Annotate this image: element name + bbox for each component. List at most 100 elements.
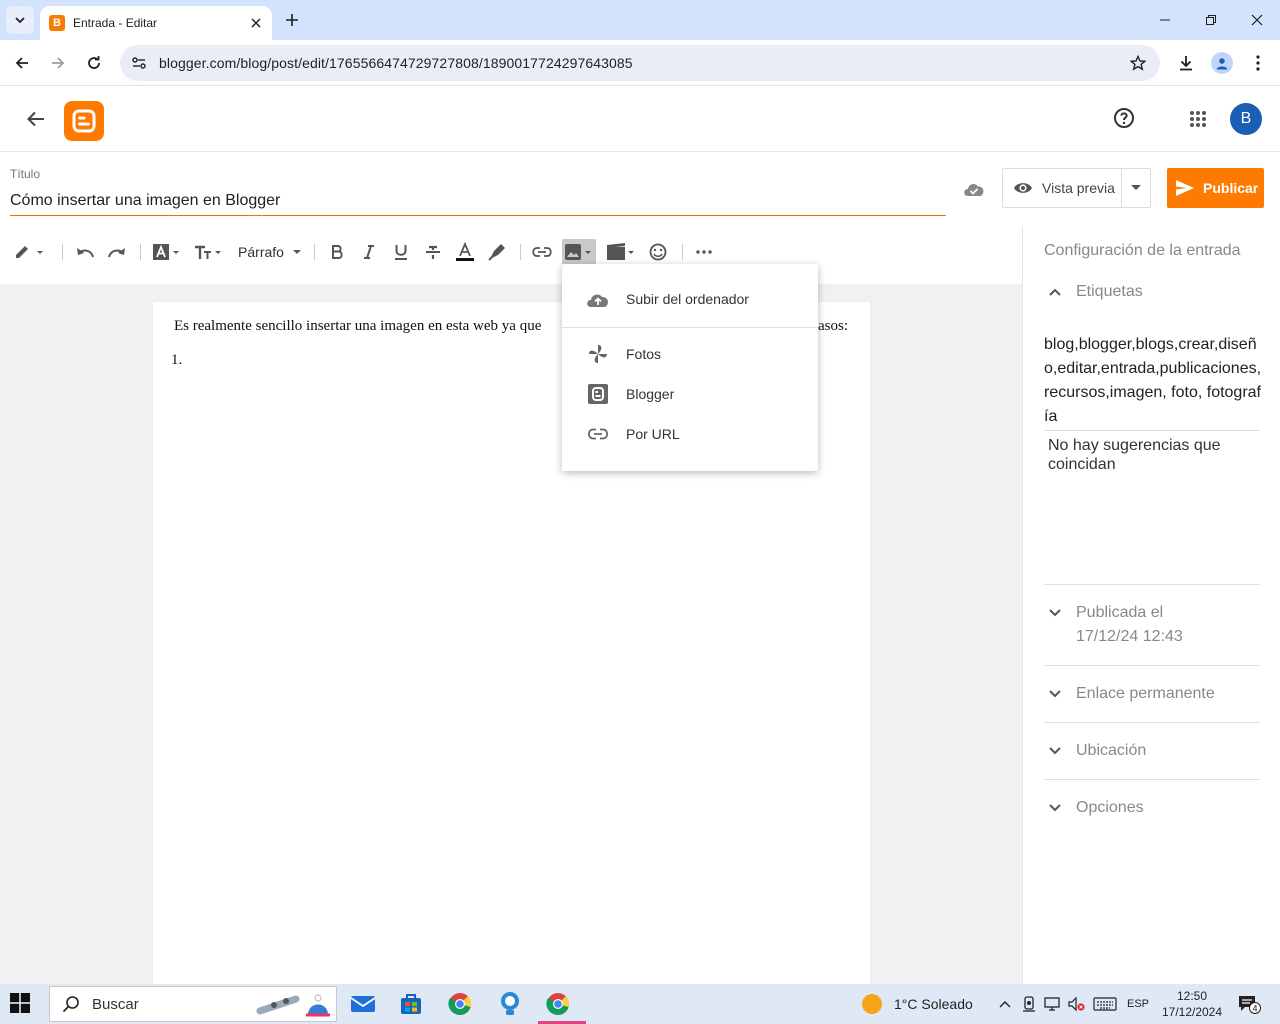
text-size-icon	[195, 245, 221, 259]
forward-button[interactable]	[44, 49, 72, 77]
taskbar-mail-app[interactable]	[343, 988, 383, 1020]
profile-button[interactable]	[1208, 49, 1236, 77]
font-size-button[interactable]	[194, 240, 224, 264]
start-button[interactable]	[10, 993, 32, 1015]
url-text[interactable]: blogger.com/blog/post/edit/1765566474729…	[159, 55, 1122, 71]
insert-emoji-button[interactable]	[646, 240, 670, 264]
insert-video-button[interactable]	[606, 240, 636, 264]
underline-button[interactable]	[392, 240, 410, 264]
options-section-header[interactable]: Opciones	[1044, 796, 1144, 820]
menu-item-by-url[interactable]: Por URL	[562, 414, 818, 454]
site-info-icon[interactable]	[122, 45, 156, 81]
taskbar-chrome-active[interactable]	[538, 988, 586, 1024]
compose-mode-button[interactable]	[12, 240, 46, 264]
labels-section-header[interactable]: Etiquetas	[1044, 280, 1143, 304]
taskbar-store-app[interactable]	[391, 988, 431, 1020]
post-title-input[interactable]	[10, 190, 946, 216]
bold-button[interactable]	[328, 240, 346, 264]
post-settings-title: Configuración de la entrada	[1044, 242, 1241, 259]
labels-input[interactable]: blog,blogger,blogs,crear,diseño,editar,e…	[1044, 333, 1262, 429]
taskbar-chrome-app[interactable]	[440, 988, 480, 1020]
blogger-header: B	[0, 87, 1280, 152]
weather-widget[interactable]: 1°C Soleado	[862, 994, 973, 1014]
text-color-icon	[456, 242, 474, 261]
volume-muted-icon[interactable]	[1066, 994, 1088, 1014]
clock-time: 12:50	[1176, 989, 1208, 1003]
account-avatar[interactable]: B	[1230, 103, 1262, 135]
lightbulb-icon	[501, 992, 519, 1015]
keyboard-icon[interactable]	[1092, 994, 1118, 1014]
redo-button[interactable]	[106, 240, 128, 264]
browser-tab-active[interactable]: B Entrada - Editar	[40, 6, 272, 40]
editor-paragraph-end[interactable]: asos:	[818, 318, 848, 335]
section-divider	[1044, 665, 1260, 666]
menu-divider	[562, 327, 818, 328]
windows-taskbar: Buscar 1°C Soleado ESP 12:50 17/12/2024 …	[0, 984, 1280, 1024]
insert-image-button[interactable]	[562, 239, 596, 265]
permalink-section-header[interactable]: Enlace permanente	[1044, 682, 1215, 706]
close-tab-icon[interactable]	[246, 13, 266, 33]
publish-button[interactable]: Publicar	[1167, 168, 1264, 208]
reload-button[interactable]	[80, 49, 108, 77]
image-icon	[565, 244, 591, 260]
tab-search-button[interactable]	[6, 6, 34, 34]
preview-button-group: Vista previa	[1002, 168, 1151, 208]
location-section-header[interactable]: Ubicación	[1044, 739, 1146, 763]
published-section-header[interactable]: Publicada el 17/12/24 12:43	[1044, 601, 1183, 649]
taskbar-search[interactable]: Buscar	[49, 986, 337, 1022]
paragraph-style-dropdown[interactable]: Párrafo	[236, 240, 304, 264]
show-hidden-icons-button[interactable]	[996, 994, 1014, 1014]
close-window-button[interactable]	[1234, 0, 1280, 40]
strikethrough-button[interactable]	[424, 240, 442, 264]
toolbar-divider	[314, 244, 315, 260]
preview-options-button[interactable]	[1122, 169, 1150, 207]
address-bar[interactable]: blogger.com/blog/post/edit/1765566474729…	[120, 45, 1160, 81]
highlight-color-button[interactable]	[486, 240, 508, 264]
insert-link-button[interactable]	[530, 240, 554, 264]
new-tab-button[interactable]	[280, 8, 304, 32]
menu-item-blogger[interactable]: Blogger	[562, 374, 818, 414]
labels-input-underline	[1044, 430, 1260, 431]
browser-menu-button[interactable]	[1244, 49, 1272, 77]
blogger-logo-icon	[72, 109, 96, 133]
menu-item-photos[interactable]: Fotos	[562, 334, 818, 374]
back-button[interactable]	[8, 49, 36, 77]
preview-button[interactable]: Vista previa	[1003, 169, 1123, 207]
font-button[interactable]	[152, 240, 182, 264]
taskbar-tips-app[interactable]	[490, 988, 530, 1020]
menu-item-upload-from-computer[interactable]: Subir del ordenador	[562, 279, 818, 319]
bookmark-star-icon[interactable]	[1122, 47, 1154, 79]
preview-label: Vista previa	[1042, 180, 1115, 196]
editor-list-item[interactable]: 1.	[171, 352, 182, 369]
menu-item-label: Subir del ordenador	[626, 291, 749, 307]
text-color-button[interactable]	[454, 240, 476, 264]
help-button[interactable]	[1110, 104, 1138, 132]
italic-button[interactable]	[360, 240, 378, 264]
chevron-up-icon	[1044, 281, 1066, 303]
network-icon[interactable]	[1042, 994, 1064, 1014]
notifications-button[interactable]: 4	[1236, 994, 1262, 1014]
downloads-button[interactable]	[1172, 49, 1200, 77]
font-icon	[153, 244, 179, 260]
back-to-posts-button[interactable]	[22, 105, 50, 133]
chevron-down-icon	[1044, 602, 1066, 624]
link-icon	[532, 247, 552, 257]
arrow-left-icon	[27, 111, 44, 127]
minimize-icon	[1160, 19, 1170, 21]
bold-icon	[332, 245, 343, 259]
undo-button[interactable]	[74, 240, 96, 264]
taskbar-clock[interactable]: 12:50 17/12/2024	[1158, 988, 1226, 1020]
google-apps-button[interactable]	[1184, 105, 1212, 133]
italic-icon	[364, 245, 374, 259]
undo-icon	[77, 248, 94, 258]
blogger-logo[interactable]	[64, 101, 104, 141]
minimize-window-button[interactable]	[1142, 0, 1188, 40]
tab-title: Entrada - Editar	[73, 16, 158, 30]
restore-window-button[interactable]	[1188, 0, 1234, 40]
arrow-left-icon	[15, 57, 28, 69]
more-options-button[interactable]	[692, 240, 716, 264]
tray-device-icon[interactable]	[1020, 994, 1038, 1014]
input-language[interactable]: ESP	[1124, 994, 1152, 1014]
editor-paragraph[interactable]: Es realmente sencillo insertar una image…	[174, 318, 541, 335]
eye-icon	[1014, 183, 1032, 193]
